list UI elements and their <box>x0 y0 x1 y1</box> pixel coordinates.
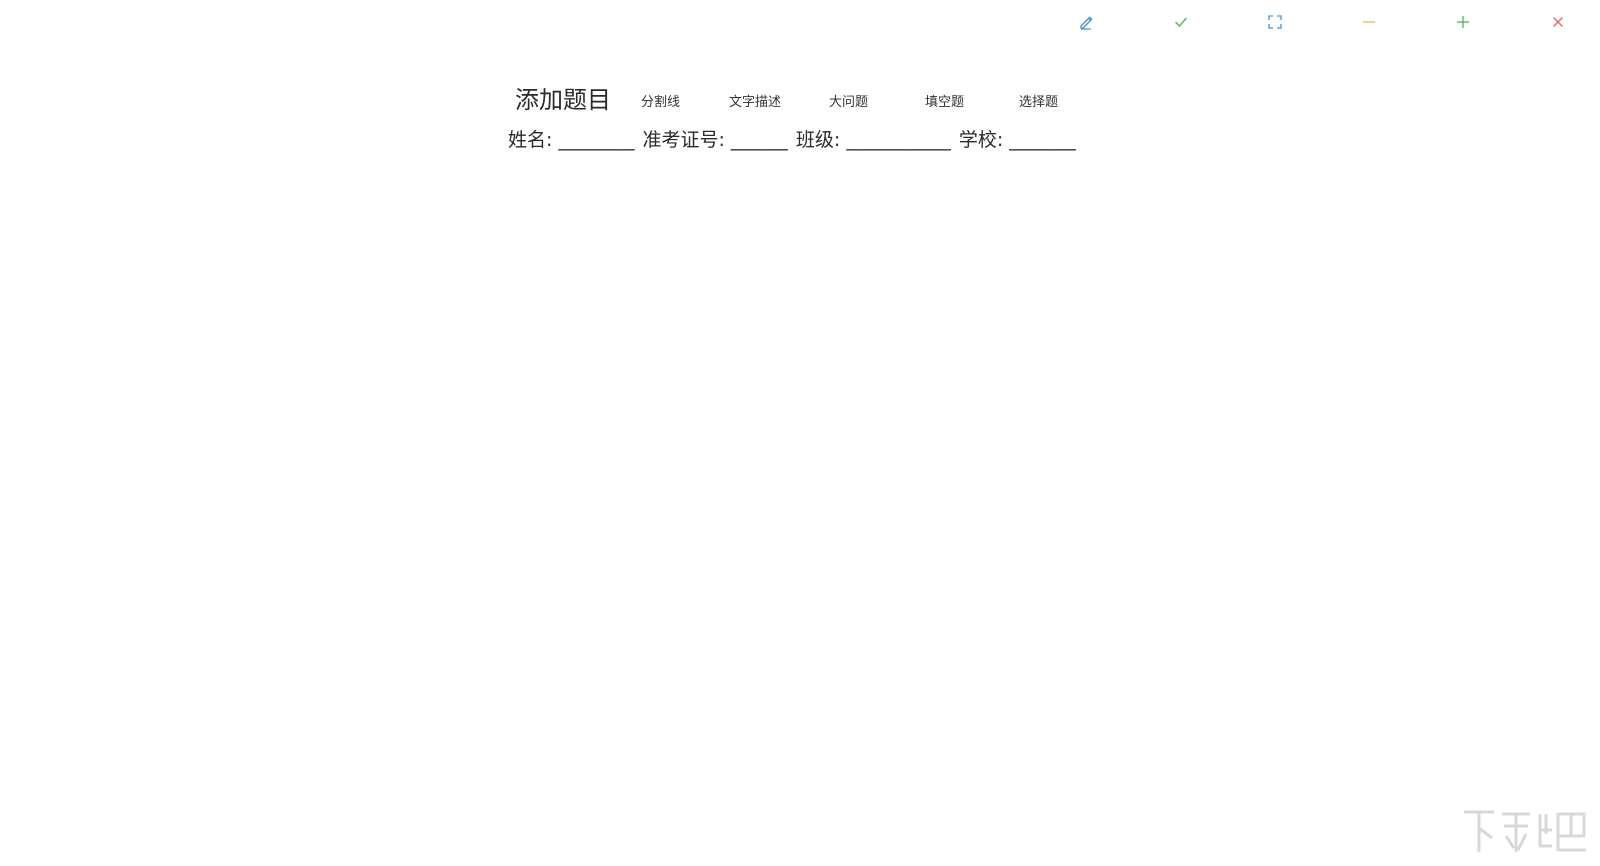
close-button[interactable] <box>1544 10 1572 34</box>
edit-button[interactable] <box>1072 10 1100 34</box>
check-icon <box>1175 17 1187 27</box>
multiple-choice-option[interactable]: 选择题 <box>1019 91 1058 110</box>
pencil-icon <box>1080 16 1093 30</box>
top-toolbar <box>0 0 1600 44</box>
divider-line-option[interactable]: 分割线 <box>641 91 680 110</box>
add-question-title: 添加题目 <box>515 86 611 114</box>
watermark-logo <box>1464 810 1586 852</box>
class-field[interactable]: 班级: ___________ <box>796 125 951 152</box>
fullscreen-button[interactable] <box>1261 10 1289 34</box>
student-info-line: 姓名: ________ 准考证号: ______ 班级: __________… <box>508 125 1076 152</box>
school-field[interactable]: 学校: _______ <box>959 125 1076 152</box>
fullscreen-icon <box>1268 15 1282 29</box>
plus-icon <box>1457 16 1469 28</box>
add-button[interactable] <box>1449 10 1477 34</box>
exam-id-field[interactable]: 准考证号: ______ <box>642 125 787 152</box>
add-question-bar: 添加题目 分割线 文字描述 大问题 填空题 选择题 <box>0 76 1600 116</box>
big-question-option[interactable]: 大问题 <box>829 91 868 110</box>
confirm-button[interactable] <box>1167 10 1195 34</box>
minus-icon <box>1363 21 1375 23</box>
minimize-button[interactable] <box>1355 10 1383 34</box>
close-icon <box>1553 17 1563 27</box>
name-field[interactable]: 姓名: ________ <box>508 125 634 152</box>
fill-in-blank-option[interactable]: 填空题 <box>925 91 964 110</box>
text-description-option[interactable]: 文字描述 <box>729 91 781 110</box>
